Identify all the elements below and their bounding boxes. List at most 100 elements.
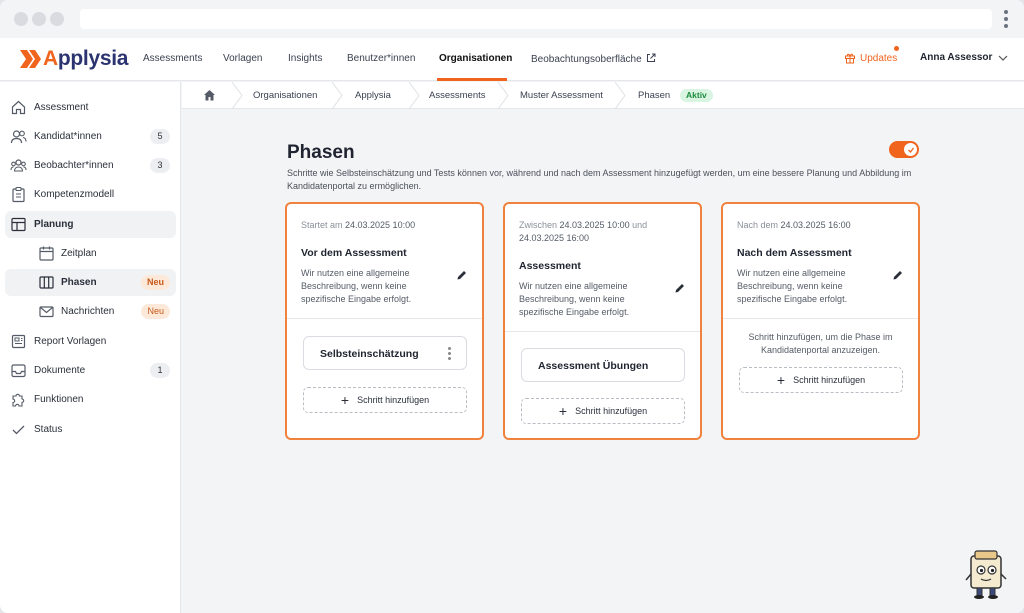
plus-icon: + xyxy=(558,403,568,419)
plus-icon: + xyxy=(776,372,786,388)
sidebar: Assessment Kandidat*innen 5 Beobachter*i… xyxy=(0,82,181,613)
edit-pencil-icon[interactable] xyxy=(456,269,468,281)
updates-button[interactable]: Updates xyxy=(844,52,897,64)
edit-pencil-icon[interactable] xyxy=(674,282,686,294)
gift-icon xyxy=(845,53,855,64)
inbox-icon xyxy=(11,364,26,378)
logo-chevron-icon xyxy=(20,50,41,68)
logo-text: Applysia xyxy=(43,47,129,70)
active-nav-indicator xyxy=(437,78,507,81)
sidebar-item-beobachter-innen[interactable]: Beobachter*innen 3 xyxy=(5,152,176,179)
nav-benutzer-innen[interactable]: Benutzer*innen xyxy=(347,53,415,64)
nav-vorlagen[interactable]: Vorlagen xyxy=(223,53,262,64)
card-divider xyxy=(287,318,482,319)
phase-description: Wir nutzen eine allgemeine Beschreibung,… xyxy=(301,268,412,304)
breadcrumb-separator-icon xyxy=(231,82,243,109)
breadcrumb: Organisationen Applysia Assessments Must… xyxy=(182,82,1024,109)
phase-title: Vor dem Assessment xyxy=(301,247,407,259)
sidebar-item-planung[interactable]: Planung xyxy=(5,211,176,238)
count-badge: 3 xyxy=(150,158,170,173)
sidebar-item-dokumente[interactable]: Dokumente 1 xyxy=(5,357,176,384)
updates-notification-dot xyxy=(894,46,899,51)
user-menu[interactable]: Anna Assessor xyxy=(920,52,1008,63)
toggle-knob xyxy=(904,143,917,156)
add-step-button[interactable]: + Schritt hinzufügen xyxy=(739,367,903,393)
sidebar-item-phasen[interactable]: Phasen Neu xyxy=(5,269,176,296)
sidebar-item-report-vorlagen[interactable]: Report Vorlagen xyxy=(5,328,176,355)
home-icon xyxy=(11,100,26,115)
main-content: Organisationen Applysia Assessments Must… xyxy=(182,82,1024,613)
page-title: Phasen xyxy=(287,142,355,163)
phase-card-before: Startet am 24.03.2025 10:00 Vor dem Asse… xyxy=(285,202,484,440)
window-dot xyxy=(50,12,64,26)
group-icon xyxy=(10,159,27,172)
breadcrumb-applysia[interactable]: Applysia xyxy=(355,90,391,101)
step-item[interactable]: Selbsteinschätzung xyxy=(303,336,467,370)
address-bar[interactable] xyxy=(80,9,992,29)
clipboard-icon xyxy=(12,186,25,203)
plus-icon: + xyxy=(340,392,350,408)
phase-timing: Nach dem 24.03.2025 16:00 xyxy=(737,220,851,230)
user-name: Anna Assessor xyxy=(920,52,993,63)
breadcrumb-separator-icon xyxy=(408,82,420,109)
layout-icon xyxy=(11,217,26,232)
sidebar-item-kompetenzmodell[interactable]: Kompetenzmodell xyxy=(5,181,176,208)
browser-menu-icon[interactable] xyxy=(1004,10,1008,28)
new-badge: Neu xyxy=(140,275,170,290)
sidebar-item-nachrichten[interactable]: Nachrichten Neu xyxy=(5,298,176,325)
breadcrumb-separator-icon xyxy=(497,82,509,109)
phase-card-after: Nach dem 24.03.2025 16:00 Nach dem Asses… xyxy=(721,202,920,440)
status-badge: Aktiv xyxy=(680,89,713,102)
breadcrumb-separator-icon xyxy=(614,82,626,109)
add-step-button[interactable]: + Schritt hinzufügen xyxy=(521,398,685,424)
card-divider xyxy=(505,331,700,332)
checkmark-icon xyxy=(907,147,914,153)
window-dot xyxy=(14,12,28,26)
phases-toggle[interactable] xyxy=(889,141,919,158)
mascot-assistant-icon[interactable] xyxy=(963,548,1009,600)
count-badge: 5 xyxy=(150,129,170,144)
check-icon xyxy=(12,425,25,435)
new-badge: Neu xyxy=(141,304,170,319)
columns-icon xyxy=(39,276,54,289)
step-item[interactable]: Assessment Übungen xyxy=(521,348,685,382)
chevron-down-icon xyxy=(999,55,1008,61)
applysia-logo[interactable]: Applysia xyxy=(20,47,128,71)
sidebar-item-status[interactable]: Status xyxy=(5,416,176,443)
browser-chrome xyxy=(0,0,1024,38)
sidebar-item-assessment[interactable]: Assessment xyxy=(5,94,176,121)
sidebar-item-zeitplan[interactable]: Zeitplan xyxy=(5,240,176,267)
users-icon xyxy=(10,130,27,144)
breadcrumb-phasen: Phasen xyxy=(638,90,671,101)
nav-organisationen[interactable]: Organisationen xyxy=(439,53,512,64)
edit-pencil-icon[interactable] xyxy=(892,269,904,281)
sidebar-item-kandidat-innen[interactable]: Kandidat*innen 5 xyxy=(5,123,176,150)
nav-assessments[interactable]: Assessments xyxy=(143,53,202,64)
nav-insights[interactable]: Insights xyxy=(288,53,322,64)
phase-title: Nach dem Assessment xyxy=(737,247,852,259)
external-link-icon xyxy=(646,53,656,62)
phase-description: Wir nutzen eine allgemeine Beschreibung,… xyxy=(519,281,630,317)
phase-title: Assessment xyxy=(519,260,581,272)
puzzle-icon xyxy=(12,393,25,407)
phase-card-during: Zwischen 24.03.2025 10:00 und 24.03.2025… xyxy=(503,202,702,440)
calendar-icon xyxy=(39,246,54,261)
top-navigation: Applysia Assessments Vorlagen Insights B… xyxy=(0,38,1024,81)
phase-timing: Startet am 24.03.2025 10:00 xyxy=(301,220,416,230)
breadcrumb-assessments[interactable]: Assessments xyxy=(429,90,486,101)
breadcrumb-organisationen[interactable]: Organisationen xyxy=(253,90,317,101)
mail-icon xyxy=(39,306,54,318)
sidebar-item-funktionen[interactable]: Funktionen xyxy=(5,386,176,413)
more-options-icon[interactable] xyxy=(448,347,452,361)
phase-description: Wir nutzen eine allgemeine Beschreibung,… xyxy=(737,268,848,304)
empty-phase-hint: Schritt hinzufügen, um die Phase im Kand… xyxy=(748,332,893,355)
breadcrumb-separator-icon xyxy=(331,82,343,109)
home-icon[interactable] xyxy=(203,89,216,101)
phase-timing: Zwischen 24.03.2025 10:00 und 24.03.2025… xyxy=(519,220,648,243)
breadcrumb-muster-assessment[interactable]: Muster Assessment xyxy=(520,90,603,101)
nav-beobachtungsoberflaeche[interactable]: Beobachtungsoberfläche xyxy=(531,53,656,65)
add-step-button[interactable]: + Schritt hinzufügen xyxy=(303,387,467,413)
window-dot xyxy=(32,12,46,26)
count-badge: 1 xyxy=(150,363,170,378)
browser-window: Applysia Assessments Vorlagen Insights B… xyxy=(0,0,1024,613)
